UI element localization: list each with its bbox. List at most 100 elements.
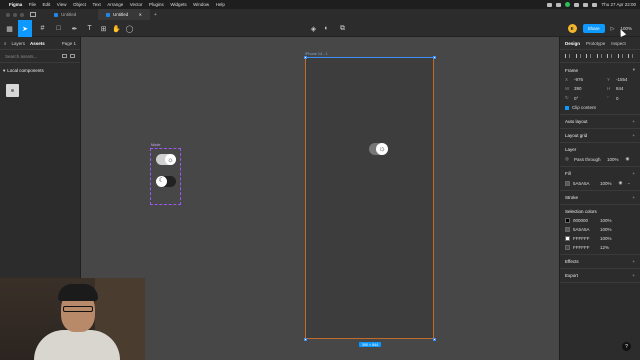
avatar[interactable]: E <box>567 24 577 33</box>
comment-tool-icon[interactable]: ◯ <box>123 22 136 35</box>
align-center-h-icon[interactable] <box>575 54 581 58</box>
fill-hex-input[interactable]: 5A5A5A <box>573 181 597 186</box>
status-icon[interactable] <box>547 2 553 7</box>
tab-file[interactable]: Untitled <box>46 9 98 20</box>
resources-icon[interactable]: ⊞ <box>97 22 110 35</box>
resize-handle[interactable] <box>303 337 307 341</box>
rotation-input[interactable]: 0° <box>574 96 604 101</box>
status-icon[interactable] <box>556 2 562 7</box>
assets-search[interactable]: Search assets... <box>0 50 80 63</box>
frame-tool-icon[interactable]: # <box>36 22 49 35</box>
component-thumbnail[interactable] <box>6 84 19 97</box>
close-tab-icon[interactable]: ✕ <box>139 12 142 17</box>
selection-color-row[interactable]: 5A5A5A 100% <box>565 227 635 232</box>
toggle-dark-variant[interactable]: ☾ <box>156 176 176 187</box>
help-button[interactable]: ? <box>622 342 631 351</box>
pen-tool-icon[interactable]: ✒ <box>68 22 81 35</box>
tab-assets[interactable]: Assets <box>30 41 45 46</box>
align-top-icon[interactable] <box>596 54 602 58</box>
color-hex[interactable]: 000000 <box>573 218 597 223</box>
wifi-icon[interactable] <box>583 2 589 7</box>
add-fill-button[interactable]: + <box>632 171 635 176</box>
fill-swatch[interactable] <box>565 180 570 186</box>
tab-design[interactable]: Design <box>565 41 580 46</box>
menu-arrange[interactable]: Arrange <box>107 2 123 7</box>
menu-file[interactable]: File <box>29 2 36 7</box>
toggle-light-variant[interactable]: ☼ <box>156 154 176 165</box>
close-window-button[interactable] <box>6 12 10 17</box>
blend-mode-dropdown[interactable]: Pass through <box>574 157 604 162</box>
layer-opacity-input[interactable]: 100% <box>607 157 619 162</box>
add-export-button[interactable]: + <box>632 273 635 278</box>
tab-inspect[interactable]: Inspect <box>611 41 626 46</box>
home-icon[interactable] <box>30 12 36 17</box>
align-right-icon[interactable] <box>586 54 591 58</box>
zoom-window-button[interactable] <box>20 12 24 17</box>
frame-label[interactable]: iPhone 14 - 1 <box>305 52 328 56</box>
align-bottom-icon[interactable] <box>617 54 623 58</box>
menu-edit[interactable]: Edit <box>43 2 51 7</box>
frame-title-row[interactable]: Frame ▾ <box>565 67 635 73</box>
assets-search-input[interactable]: Search assets... <box>5 54 37 59</box>
corner-radius-input[interactable]: 0 <box>616 96 619 101</box>
local-components-header[interactable]: ▾ Local components <box>0 63 80 79</box>
list-view-icon[interactable] <box>62 54 67 58</box>
align-center-v-icon[interactable] <box>607 54 612 58</box>
selection-color-row[interactable]: 000000 100% <box>565 218 635 223</box>
resize-handle[interactable] <box>432 55 436 59</box>
selection-color-row[interactable]: FFFFFF 12% <box>565 245 635 250</box>
selection-color-row[interactable]: FFFFFF 100% <box>565 236 635 241</box>
resize-handle[interactable] <box>432 337 436 341</box>
menu-widgets[interactable]: Widgets <box>170 2 186 7</box>
menu-text[interactable]: Text <box>93 2 101 7</box>
status-icon[interactable] <box>565 2 571 7</box>
iphone-frame[interactable] <box>305 57 434 339</box>
search-icon[interactable] <box>592 2 598 7</box>
resize-handle[interactable] <box>303 55 307 59</box>
frame-section-title[interactable]: Frame <box>565 68 578 73</box>
search-icon[interactable]: ⌕ <box>4 41 7 46</box>
color-opacity[interactable]: 100% <box>600 227 612 232</box>
minimize-window-button[interactable] <box>13 12 17 17</box>
add-effect-button[interactable]: + <box>632 259 635 264</box>
hand-tool-icon[interactable]: ✋ <box>110 22 123 35</box>
color-hex[interactable]: FFFFFF <box>573 236 597 241</box>
menu-view[interactable]: View <box>57 2 67 7</box>
color-opacity[interactable]: 12% <box>600 245 609 250</box>
page-selector[interactable]: Page 1 <box>62 41 76 46</box>
fill-opacity-input[interactable]: 100% <box>600 181 612 186</box>
x-input[interactable]: -976 <box>574 77 604 82</box>
distribute-icon[interactable] <box>628 54 633 58</box>
present-icon[interactable]: ▷ <box>611 26 615 32</box>
move-tool-icon[interactable]: ➤ <box>18 20 32 37</box>
remove-fill-icon[interactable]: − <box>627 181 630 186</box>
add-auto-layout-button[interactable]: + <box>632 119 635 124</box>
color-opacity[interactable]: 100% <box>600 236 612 241</box>
tab-layers[interactable]: Layers <box>12 41 26 46</box>
main-menu-icon[interactable]: ▦ <box>3 22 16 35</box>
menu-app[interactable]: Figma <box>9 2 22 7</box>
tab-file-active[interactable]: Untitled ✕ <box>98 9 150 20</box>
h-input[interactable]: 844 <box>616 86 624 91</box>
mode-toggle-instance[interactable]: ☼ <box>369 143 388 155</box>
share-button[interactable]: Share <box>582 24 605 33</box>
menu-vector[interactable]: Vector <box>130 2 143 7</box>
boolean-icon[interactable]: ⧉ <box>336 22 349 35</box>
color-swatch[interactable] <box>565 227 570 232</box>
shape-tool-icon[interactable]: □ <box>52 22 65 35</box>
add-stroke-button[interactable]: + <box>632 195 635 200</box>
mask-icon[interactable]: ◐ <box>320 22 333 35</box>
component-icon[interactable]: ◈ <box>307 22 320 35</box>
chevron-down-icon[interactable]: ▾ <box>633 67 635 73</box>
library-icon[interactable] <box>70 54 75 58</box>
color-hex[interactable]: FFFFFF <box>573 245 597 250</box>
add-layout-grid-button[interactable]: + <box>632 133 635 138</box>
menu-object[interactable]: Object <box>73 2 86 7</box>
battery-icon[interactable] <box>574 2 580 7</box>
w-input[interactable]: 390 <box>574 86 604 91</box>
color-swatch[interactable] <box>565 218 570 223</box>
visibility-icon[interactable]: ◉ <box>619 180 623 186</box>
color-swatch[interactable] <box>565 245 570 250</box>
new-tab-button[interactable]: + <box>150 12 161 18</box>
visibility-icon[interactable]: ◉ <box>626 156 630 162</box>
